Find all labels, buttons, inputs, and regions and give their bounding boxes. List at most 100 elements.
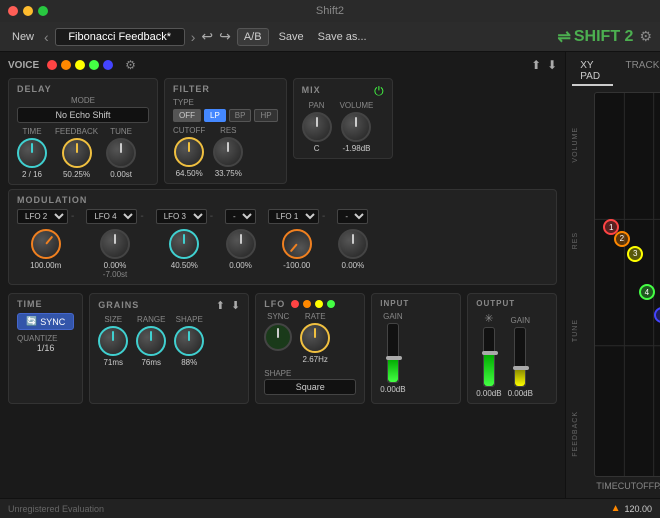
- mod-sel-1a[interactable]: LFO 2: [17, 209, 68, 224]
- bpm-value[interactable]: 120.00: [624, 504, 652, 514]
- sync-button[interactable]: 🔄 SYNC: [17, 313, 74, 330]
- axis-cutoff: CUTOFF: [618, 481, 654, 492]
- settings-icon[interactable]: ⚙: [639, 28, 652, 45]
- lfo-dot-3[interactable]: [315, 300, 323, 308]
- mod-knob-3[interactable]: [169, 229, 199, 259]
- grains-range-knob[interactable]: [136, 326, 166, 356]
- filter-res-knob[interactable]: [213, 137, 243, 167]
- download-icon[interactable]: ⬇: [547, 58, 557, 72]
- mod-knob-6[interactable]: [338, 229, 368, 259]
- delay-tune-knob[interactable]: [106, 138, 136, 168]
- grains-download-icon[interactable]: ⬇: [231, 299, 240, 312]
- preset-name[interactable]: Fibonacci Feedback*: [55, 28, 185, 46]
- mod-selects-3: LFO 3 -: [156, 209, 213, 224]
- voice-4[interactable]: [89, 60, 99, 70]
- grains-upload-icon[interactable]: ⬆: [216, 299, 225, 312]
- grains-section: GRAINS ⬆ ⬇ SIZE 71ms RANGE 76: [89, 293, 249, 404]
- quantize-value[interactable]: 1/16: [17, 343, 74, 353]
- grains-range-label: RANGE: [137, 315, 165, 324]
- mod-sel-6a[interactable]: -: [337, 209, 368, 224]
- output-gain-fader[interactable]: [514, 327, 526, 387]
- delay-feedback-value: 50.25%: [63, 170, 90, 179]
- filter-bp-btn[interactable]: BP: [229, 109, 252, 122]
- mod-selects-5: LFO 1 -: [268, 209, 325, 224]
- grains-shape-knob[interactable]: [174, 326, 204, 356]
- time-title: TIME: [17, 299, 74, 309]
- filter-cutoff-value: 64.50%: [176, 169, 203, 178]
- lfo-shape-value[interactable]: Square: [264, 379, 356, 395]
- tab-tracking[interactable]: TRACKING: [617, 58, 660, 86]
- mod-knob-1[interactable]: [31, 229, 61, 259]
- delay-mode-value[interactable]: No Echo Shift: [17, 107, 149, 123]
- delay-feedback-knob[interactable]: [62, 138, 92, 168]
- output-gain-thumb[interactable]: [513, 366, 529, 370]
- tab-xy-pad[interactable]: XY PAD: [572, 58, 613, 86]
- lfo-dot-1[interactable]: [291, 300, 299, 308]
- voice-3[interactable]: [75, 60, 85, 70]
- undo-icon[interactable]: ↩: [201, 28, 213, 45]
- lfo-rate-knob[interactable]: [300, 323, 330, 353]
- mix-pan-value: C: [314, 144, 320, 153]
- delay-tune-group: TUNE 0.00st: [106, 127, 136, 179]
- mod-selects-2: LFO 4 -: [86, 209, 143, 224]
- filter-hp-btn[interactable]: HP: [254, 109, 277, 122]
- xy-content: VOLUME RES TUNE FEEDBACK 1 2 3: [572, 92, 660, 492]
- lfo-rate-group: RATE 2.67Hz: [300, 312, 330, 364]
- ab-button[interactable]: A/B: [237, 28, 269, 46]
- input-fader-thumb[interactable]: [386, 356, 402, 360]
- mod-sel-4a[interactable]: -: [225, 209, 256, 224]
- lfo-dot-2[interactable]: [303, 300, 311, 308]
- new-button[interactable]: New: [8, 29, 38, 45]
- quantize-group: QUANTIZE 1/16: [17, 334, 74, 353]
- filter-cutoff-knob[interactable]: [174, 137, 204, 167]
- left-panel: VOICE ⚙ ⬆ ⬇ DELAY MODE No Echo Shift: [0, 52, 565, 498]
- mod-sel-5a[interactable]: LFO 1: [268, 209, 319, 224]
- voice-2[interactable]: [61, 60, 71, 70]
- delay-time-knob[interactable]: [17, 138, 47, 168]
- window-title: Shift2: [316, 5, 344, 17]
- save-as-button[interactable]: Save as...: [314, 29, 371, 45]
- mix-volume-knob[interactable]: [341, 112, 371, 142]
- output-dry-col: ✳ 0.00dB: [476, 312, 501, 398]
- mix-pan-knob[interactable]: [302, 112, 332, 142]
- mod-knob-5[interactable]: [282, 229, 312, 259]
- modulation-section: MODULATION LFO 2 - 100.00m LFO 4 -: [8, 189, 557, 285]
- voice-5[interactable]: [103, 60, 113, 70]
- output-dry-fader[interactable]: [483, 327, 495, 387]
- input-gain-fader[interactable]: [387, 323, 399, 383]
- mod-sel-3a[interactable]: LFO 3: [156, 209, 207, 224]
- prev-arrow[interactable]: ‹: [44, 29, 49, 45]
- delay-time-group: TIME 2 / 16: [17, 127, 47, 179]
- save-button[interactable]: Save: [275, 29, 308, 45]
- next-arrow[interactable]: ›: [191, 29, 196, 45]
- mod-knob-4[interactable]: [226, 229, 256, 259]
- lfo-dot-4[interactable]: [327, 300, 335, 308]
- mix-title: MIX: [302, 85, 321, 95]
- maximize-button[interactable]: [38, 6, 48, 16]
- minimize-button[interactable]: [23, 6, 33, 16]
- upload-icon[interactable]: ⬆: [531, 58, 541, 72]
- xy-node-4[interactable]: 4: [639, 284, 655, 300]
- toolbar: New ‹ Fibonacci Feedback* › ↩ ↪ A/B Save…: [0, 22, 660, 52]
- xy-pad[interactable]: 1 2 3 4 5: [594, 92, 660, 477]
- close-button[interactable]: [8, 6, 18, 16]
- voice-gear-icon[interactable]: ⚙: [125, 58, 136, 72]
- mod-knob-2[interactable]: [100, 229, 130, 259]
- mod-sel-2a[interactable]: LFO 4: [86, 209, 137, 224]
- sync-icon: 🔄: [26, 316, 37, 327]
- lfo-sync-knob[interactable]: [264, 323, 292, 351]
- xy-node-3[interactable]: 3: [627, 246, 643, 262]
- filter-lp-btn[interactable]: LP: [204, 109, 226, 122]
- modulation-title: MODULATION: [17, 195, 548, 205]
- delay-section: DELAY MODE No Echo Shift TIME 2 / 16 FEE…: [8, 78, 158, 185]
- filter-off-btn[interactable]: OFF: [173, 109, 201, 122]
- input-fader-fill: [388, 359, 398, 382]
- mix-power-btn[interactable]: ⏻: [374, 84, 384, 99]
- grains-size-knob[interactable]: [98, 326, 128, 356]
- output-dry-thumb[interactable]: [482, 351, 498, 355]
- voice-1[interactable]: [47, 60, 57, 70]
- mod-group-5: LFO 1 - -100.00: [268, 209, 325, 270]
- redo-icon[interactable]: ↪: [219, 28, 231, 45]
- mix-pan-label: PAN: [309, 101, 325, 110]
- xy-node-2[interactable]: 2: [614, 231, 630, 247]
